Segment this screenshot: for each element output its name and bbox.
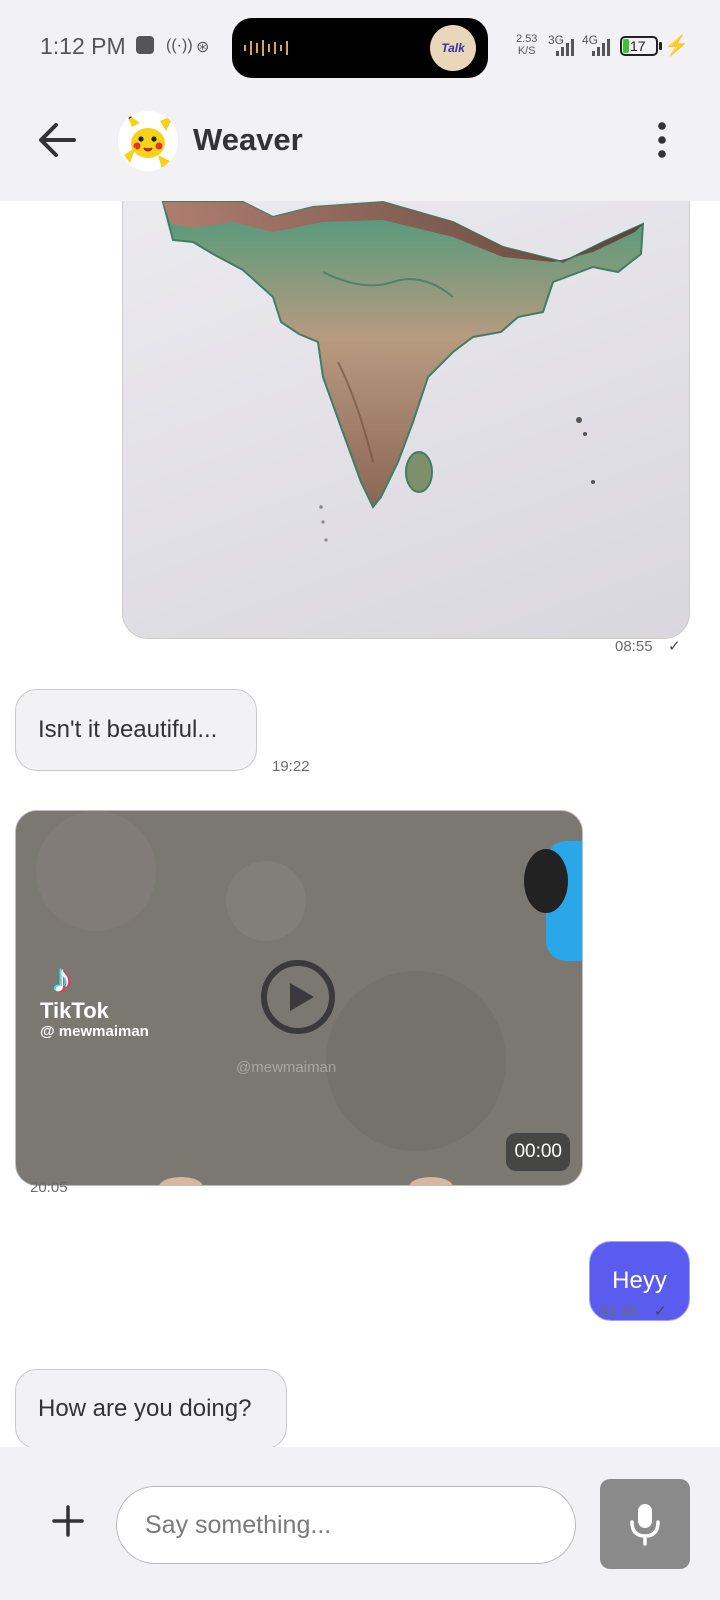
contact-name[interactable]: Weaver	[193, 122, 303, 158]
voice-record-button[interactable]	[600, 1479, 690, 1569]
signal-icon	[592, 38, 610, 56]
radio-icon: ((·))	[166, 37, 193, 54]
message-timestamp: 19:22	[272, 758, 310, 775]
message-text: Isn't it beautiful...	[38, 716, 218, 743]
message-timestamp: 08:55	[615, 638, 653, 655]
status-time: 1:12 PM	[40, 33, 126, 59]
chat-header: Weaver	[0, 90, 720, 201]
message-list[interactable]: 08:55 ✓ Isn't it beautiful... 19:22 ♪ Ti…	[0, 201, 720, 1447]
video-message[interactable]: ♪ TikTok @ mewmaiman @mewmaiman 00:00	[15, 810, 583, 1186]
network-speed-unit: K/S	[517, 45, 536, 57]
sent-check-icon: ✓	[654, 1303, 667, 1320]
message-composer	[0, 1447, 720, 1600]
more-vert-icon	[658, 122, 666, 158]
contact-avatar[interactable]	[118, 111, 178, 171]
incoming-message[interactable]: How are you doing?	[15, 1369, 287, 1447]
message-timestamp: 20:05	[30, 1179, 68, 1196]
message-text: Heyy	[612, 1267, 667, 1294]
india-relief-map-image	[161, 201, 645, 542]
battery-cap	[659, 42, 662, 50]
pikachu-avatar	[118, 111, 178, 171]
message-timestamp: 01:45	[600, 1303, 638, 1320]
tiktok-logo: ♪ TikTok @ mewmaiman	[40, 959, 149, 1040]
message-text: How are you doing?	[38, 1395, 252, 1422]
square-icon	[136, 36, 154, 54]
mic-icon	[630, 1504, 660, 1546]
incoming-message[interactable]: Isn't it beautiful...	[15, 689, 257, 771]
more-options-button[interactable]	[644, 118, 680, 162]
network-speed-value: 2.53	[516, 33, 538, 45]
signal-icon	[556, 38, 574, 56]
battery-fill	[623, 39, 629, 53]
tiktok-brand: TikTok	[40, 998, 109, 1023]
play-button[interactable]	[260, 959, 336, 1035]
image-message[interactable]	[122, 201, 690, 639]
waveform-icon	[244, 40, 288, 56]
sent-check-icon: ✓	[668, 638, 681, 655]
tiktok-note-icon: ♪	[52, 957, 72, 1001]
status-bar: 1:12 PM ((·)) ⊛ Talk 2.53 K/S 3G 4G 17 ⚡	[0, 0, 720, 90]
back-arrow-icon	[39, 123, 76, 157]
battery-icon: 17	[620, 36, 658, 56]
video-watermark: @mewmaiman	[236, 1059, 337, 1076]
dynamic-island[interactable]: Talk	[232, 18, 488, 78]
add-attachment-button[interactable]	[46, 1499, 90, 1543]
island-app-avatar: Talk	[430, 25, 476, 71]
battery-level: 17	[630, 38, 646, 54]
charging-bolt-icon: ⚡	[664, 35, 689, 57]
back-button[interactable]	[34, 116, 82, 164]
network-speed: 2.53 K/S	[516, 33, 537, 57]
video-duration: 00:00	[506, 1133, 570, 1171]
message-input[interactable]	[116, 1486, 576, 1564]
bug-icon: ⊛	[196, 39, 210, 56]
tiktok-handle: @ mewmaiman	[40, 1023, 149, 1040]
play-icon	[261, 960, 335, 1034]
plus-icon	[52, 1505, 84, 1537]
